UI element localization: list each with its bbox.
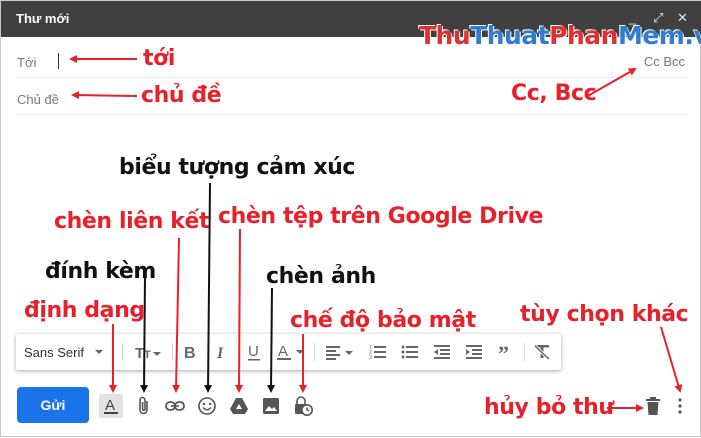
- annotation-attach: đính kèm: [45, 259, 156, 284]
- annotation-link: chèn liên kết: [54, 209, 210, 234]
- annotation-to: tới: [143, 46, 175, 71]
- annotation-discard: hủy bỏ thư: [484, 395, 614, 420]
- annotation-more-options: tùy chọn khác: [520, 302, 689, 327]
- annotation-confidential: chế độ bảo mật: [290, 308, 476, 333]
- compose-window: Thư mới _ ⤢ ✕ ThuThuatPhanMem.vn Tới Cc …: [0, 0, 701, 437]
- annotation-format: định dạng: [24, 298, 145, 323]
- annotation-drive: chèn tệp trên Google Drive: [218, 204, 544, 229]
- annotation-emoji: biểu tượng cảm xúc: [119, 155, 356, 180]
- annotation-subject: chủ đề: [141, 83, 222, 108]
- annotation-cc-bcc: Cc, Bcc: [511, 81, 597, 106]
- annotation-photo: chèn ảnh: [266, 264, 376, 289]
